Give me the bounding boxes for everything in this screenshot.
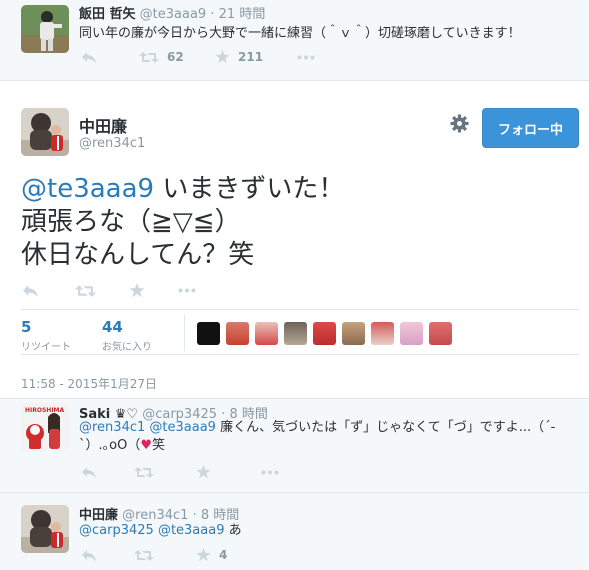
favorite-button[interactable]: 211 [215,50,297,64]
avatar[interactable] [21,5,69,53]
user-fullname[interactable]: 中田廉 [79,113,127,137]
tweet-time[interactable]: 8 時間 [201,508,239,523]
user-fullname[interactable]: 飯田 哲矢 [79,7,136,22]
favoriter-avatar[interactable] [429,322,452,345]
retweet-button[interactable] [134,466,196,479]
retweets-stat[interactable]: 5 リツイート [21,318,71,353]
tweet-text-body: あ [224,523,242,538]
favoriter-avatar[interactable] [255,322,278,345]
retweets-count: 5 [21,318,32,336]
retweet-icon [134,466,154,478]
tweet-actions: 62 211 [81,50,315,64]
tweet-actions: 4 [81,548,261,562]
mention-link[interactable]: @te3aaa9 [158,523,225,538]
favorite-button[interactable] [129,283,178,298]
favorite-count: 4 [219,548,228,562]
tweet-text-line1: いまきずいた！ [154,174,345,204]
reply-icon [82,549,96,561]
reply-button[interactable] [81,549,134,562]
mention-link[interactable]: @te3aaa9 [21,174,154,204]
more-button[interactable] [178,288,196,293]
tweet-text-line2: 頑張ろな（≧▽≦） [21,207,241,237]
tweet-text: @ren34c1 @te3aaa9 廉くん、気づいたは「ず」じゃなくて「づ」です… [79,419,569,455]
user-handle[interactable]: @ren34c1 [122,508,188,523]
favorites-label: お気に入り [102,342,152,353]
mention-link[interactable]: @ren34c1 [79,420,145,435]
tweet-text: @carp3425 @te3aaa9 あ [79,522,569,540]
favorites-stat[interactable]: 44 お気に入り [102,318,152,353]
reply-button[interactable] [22,284,75,298]
favorite-count: 211 [238,50,264,64]
tweet-actions [22,283,196,298]
mention-link[interactable]: @carp3425 [79,523,154,538]
separator: · [210,7,215,22]
reply-tweet[interactable]: HIROSHIMA Saki ♛♡ @carp3425 · 8 時間 @ren3… [0,398,589,493]
tweet-text-line3: 休日なんしてん？笑 [21,240,255,270]
retweet-icon [134,549,154,561]
reply-tweet[interactable]: 中田廉 @ren34c1 · 8 時間 @carp3425 @te3aaa9 あ… [0,492,589,570]
favorite-icon [215,50,230,64]
gear-icon [450,114,469,133]
favoriter-avatar[interactable] [226,322,249,345]
svg-text:HIROSHIMA: HIROSHIMA [25,407,65,414]
separator: · [192,508,197,523]
tweet-text: @te3aaa9 いまきずいた！ 頑張ろな（≧▽≦） 休日なんしてん？笑 [21,173,344,272]
heart-emoji: ♥ [140,438,152,453]
reply-button[interactable] [81,51,139,64]
favoriter-avatar[interactable] [197,322,220,345]
favoriter-avatar[interactable] [371,322,394,345]
favorite-button[interactable]: 4 [196,548,261,562]
permalink-tweet: 中田廉 @ren34c1 フォロー中 @te3aaa9 いまきずいた！ 頑張ろな… [0,81,589,393]
favorites-count: 44 [102,318,123,336]
favoriter-avatar[interactable] [284,322,307,345]
reply-button[interactable] [81,466,134,479]
reply-icon [82,51,96,63]
tweet-header: 飯田 哲矢 @te3aaa9 · 21 時間 [79,3,265,22]
retweet-icon [139,51,159,63]
user-settings-button[interactable] [450,114,469,137]
more-icon [297,55,315,59]
favorite-icon [196,548,211,562]
retweet-button[interactable]: 62 [139,50,215,64]
favorite-icon [129,283,145,298]
favoriter-avatar[interactable] [342,322,365,345]
context-tweet[interactable]: 飯田 哲矢 @te3aaa9 · 21 時間 同い年の廉が今日から大野で一緒に練… [0,0,589,81]
user-handle[interactable]: @ren34c1 [79,136,145,151]
reply-icon [82,466,96,478]
more-icon [178,288,196,293]
stats-divider [184,315,185,351]
tweet-actions [81,465,279,479]
avatar[interactable] [21,108,69,156]
favoriter-avatars [197,322,458,345]
tweet-text: 同い年の廉が今日から大野で一緒に練習（＾ｖ＾）切磋琢磨していきます！ [79,26,521,41]
retweet-count: 62 [167,50,184,64]
avatar[interactable] [21,505,69,553]
favorite-icon [196,465,211,479]
favoriter-avatar[interactable] [313,322,336,345]
user-fullname[interactable]: 中田廉 [79,508,118,523]
avatar[interactable]: HIROSHIMA [21,403,69,451]
more-icon [261,470,279,474]
tweet-time[interactable]: 21 時間 [219,7,266,22]
tweet-text-tail: 笑 [151,438,165,453]
mention-link[interactable]: @te3aaa9 [149,420,216,435]
favoriter-avatar[interactable] [400,322,423,345]
retweet-button[interactable] [134,549,196,562]
retweets-label: リツイート [21,342,71,353]
tweet-timestamp[interactable]: 11:58 - 2015年1月27日 [21,375,157,392]
favorite-button[interactable] [196,465,261,479]
retweet-button[interactable] [75,284,129,298]
following-button[interactable]: フォロー中 [482,108,579,148]
more-button[interactable] [261,470,279,475]
reply-icon [23,284,38,297]
tweet-header: 中田廉 @ren34c1 · 8 時間 [79,504,239,523]
more-button[interactable] [297,55,315,60]
retweet-icon [75,284,96,297]
tweet-stats: 5 リツイート 44 お気に入り [21,309,579,355]
user-handle[interactable]: @te3aaa9 [140,7,207,22]
